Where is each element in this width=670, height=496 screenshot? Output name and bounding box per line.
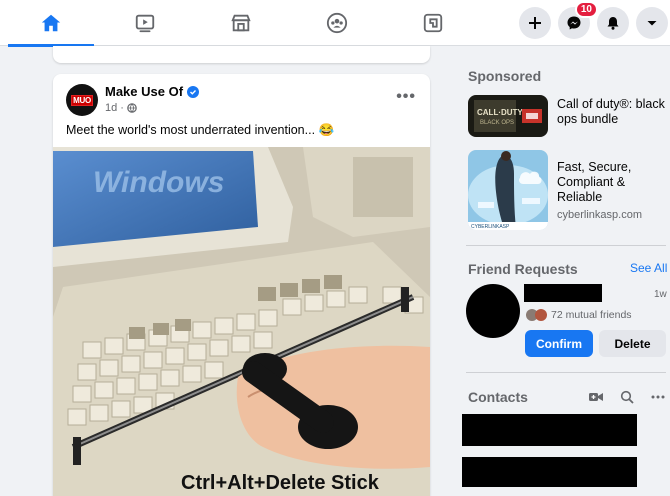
watch-video-icon [135,14,155,33]
gaming-icon [423,13,443,33]
globe-icon [127,103,137,113]
keyboard-photo: Windows [53,147,430,496]
new-room-video-icon[interactable] [588,389,604,405]
svg-text:CYBERLINKASP: CYBERLINKASP [471,224,510,230]
windows-screen-logo: Windows [93,166,224,199]
delete-button[interactable]: Delete [599,330,666,357]
mutual-friend-avatar [535,309,547,321]
feed-post: MUO Make Use Of 1d · ••• Meet the world'… [53,74,430,496]
avatar-logo-text: MUO [71,94,93,106]
post-text: Meet the world's most underrated inventi… [66,123,335,137]
mutual-friends-count: 72 mutual friends [551,309,632,321]
post-author-name[interactable]: Make Use Of [105,84,183,99]
account-menu-button[interactable] [636,7,668,39]
previous-post-card [53,46,430,63]
ad-title-text: Fast, Secure, Compliant & Reliable [557,160,632,204]
see-all-link[interactable]: See All [630,261,667,275]
marketplace-shop-icon [231,14,251,32]
tab-groups[interactable] [294,0,380,46]
post-author[interactable]: Make Use Of [105,84,200,99]
post-time[interactable]: 1d [105,102,117,114]
tab-gaming[interactable] [390,0,476,46]
sponsored-heading: Sponsored [468,68,542,84]
plus-icon [529,17,541,29]
redacted-contact[interactable] [462,414,637,446]
svg-text:BLACK OPS: BLACK OPS [480,120,514,126]
sponsored-ad[interactable]: CYBERLINKASP Fast, Secure, Compliant & R… [468,150,642,230]
mutual-friends: 72 mutual friends [526,309,632,321]
search-icon[interactable] [619,389,635,405]
redacted-name[interactable] [524,284,602,302]
messenger-button[interactable]: 10 [558,1,598,39]
request-time: 1w [654,289,667,300]
ad-thumbnail-cloud: CYBERLINKASP [468,150,548,230]
svg-text:CALL·DUTY: CALL·DUTY [477,108,523,117]
ad-title: Call of duty®: black ops bundle [557,97,665,126]
tab-watch[interactable] [102,0,188,46]
messenger-badge: 10 [574,1,598,18]
page-avatar[interactable]: MUO [66,84,98,116]
post-options-button[interactable]: ••• [396,88,416,106]
home-icon [41,14,61,32]
post-meta: 1d · [105,102,137,114]
bell-icon [607,17,619,30]
image-caption: Ctrl+Alt+Delete Stick [181,472,379,494]
notifications-button[interactable] [597,7,629,39]
divider [466,372,666,373]
ad-thumbnail-game: CALL·DUTY BLACK OPS [468,95,548,137]
contacts-heading: Contacts [468,389,528,405]
verified-badge-icon [187,85,200,98]
post-image[interactable]: Windows Ctrl+Alt+Delete Stick [53,147,430,496]
friend-requests-heading: Friend Requests [468,261,578,277]
create-button[interactable] [519,7,551,39]
more-options-icon: ••• [396,88,416,105]
friend-request-avatar[interactable] [466,284,520,338]
more-options-icon[interactable] [650,389,666,405]
divider [466,245,666,246]
top-navigation-bar: 10 [0,0,670,47]
tab-home[interactable] [8,0,94,47]
confirm-button[interactable]: Confirm [525,330,593,357]
groups-icon [326,12,348,34]
chevron-down-icon [647,21,657,26]
ad-title: Fast, Secure, Compliant & Reliable cyber… [557,160,657,223]
tab-marketplace[interactable] [198,0,284,46]
ad-domain: cyberlinkasp.com [557,209,642,221]
sponsored-ad[interactable]: CALL·DUTY BLACK OPS Call of duty®: black… [468,95,665,137]
redacted-contact[interactable] [462,457,637,487]
